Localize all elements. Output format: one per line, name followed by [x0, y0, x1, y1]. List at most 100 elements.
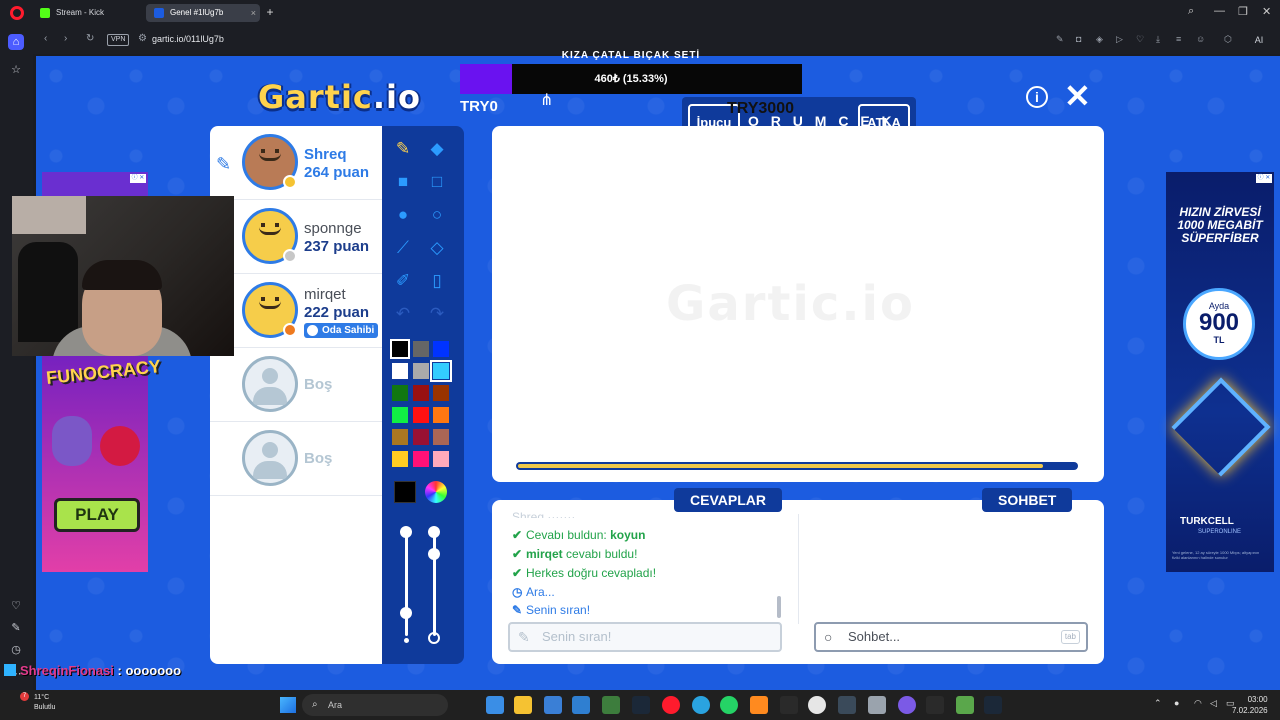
volume-icon[interactable]: ◁ — [1210, 698, 1217, 709]
color-swatch[interactable] — [392, 407, 408, 423]
color-swatch[interactable] — [392, 363, 408, 379]
steam-icon[interactable] — [984, 696, 1002, 714]
filled-circle-tool-icon[interactable]: ● — [392, 204, 414, 226]
color-swatch[interactable] — [392, 429, 408, 445]
circle-tool-icon[interactable]: ○ — [426, 204, 448, 226]
color-swatch[interactable] — [412, 385, 429, 401]
ad-close-icon[interactable]: ⓘ ✕ — [1256, 174, 1272, 183]
discord-icon[interactable] — [898, 696, 916, 714]
edit-icon[interactable]: ✎ — [8, 620, 24, 636]
start-button-icon[interactable] — [280, 697, 296, 713]
redo-tool-icon[interactable]: ↷ — [426, 303, 448, 325]
minimize-icon[interactable]: — — [1214, 5, 1225, 17]
outlook-icon[interactable] — [572, 696, 590, 714]
opacity-knob-lower[interactable] — [428, 548, 440, 560]
brush-size-knob[interactable] — [400, 526, 412, 538]
shield-icon[interactable]: ◈ — [1096, 34, 1106, 44]
profile-icon[interactable]: ☺ — [1196, 34, 1206, 44]
color-swatch[interactable] — [433, 429, 449, 445]
site-info-icon[interactable]: ⚙ — [138, 33, 147, 44]
store-icon[interactable] — [544, 696, 562, 714]
telegram-icon[interactable] — [692, 696, 710, 714]
recorder-icon[interactable] — [926, 696, 944, 714]
color-swatch[interactable] — [412, 341, 429, 357]
capcut-icon[interactable] — [838, 696, 856, 714]
wifi-icon[interactable]: ◠ — [1194, 698, 1202, 709]
reload-icon[interactable]: ↻ — [86, 33, 94, 44]
heart-icon[interactable]: ♡ — [8, 598, 24, 614]
play-icon[interactable]: ▷ — [1116, 34, 1126, 44]
color-swatch[interactable] — [412, 451, 429, 467]
fill-tool-icon[interactable]: ◇ — [426, 237, 448, 259]
whatsapp-icon[interactable] — [720, 696, 738, 714]
steam-icon[interactable] — [632, 696, 650, 714]
tab-gartic[interactable]: Genel #1lUg7b (Türkçe) · × — [146, 4, 260, 35]
file-explorer-icon[interactable] — [514, 696, 532, 714]
epic-games-icon[interactable] — [780, 696, 798, 714]
weather-widget[interactable]: 11°C Bulutlu — [34, 693, 55, 713]
mic-icon[interactable]: ● — [1174, 698, 1179, 708]
color-swatch[interactable] — [412, 429, 429, 445]
new-tab-button[interactable]: + — [263, 5, 277, 19]
share-icon[interactable]: ⋔ — [540, 90, 553, 110]
color-swatch[interactable] — [433, 385, 449, 401]
tab-kick-dashboard[interactable]: Stream - Kick Dashboard — [32, 4, 144, 35]
color-swatch[interactable] — [390, 339, 410, 359]
color-swatch[interactable] — [392, 385, 408, 401]
player-row[interactable]: mirqet 222 puan Oda Sahibi — [210, 274, 382, 348]
copilot-icon[interactable] — [486, 696, 504, 714]
home-icon[interactable]: ⌂ — [8, 34, 24, 50]
tab-answers[interactable]: CEVAPLAR — [674, 488, 782, 512]
taskbar-search[interactable]: ⌕ Ara — [302, 694, 448, 716]
vpn-badge[interactable]: VPN — [107, 34, 130, 46]
menu-icon[interactable]: ≡ — [1176, 34, 1186, 44]
taskbar-clock[interactable]: 03:00 7.02.2026 — [1232, 694, 1268, 716]
tray-expand-icon[interactable]: ⌃ — [1154, 698, 1162, 709]
color-swatch[interactable] — [430, 360, 452, 382]
color-swatch[interactable] — [392, 451, 408, 467]
eyedropper-tool-icon[interactable]: ✐ — [392, 270, 414, 292]
player-row[interactable]: sponnge 237 puan — [210, 200, 382, 274]
ai-button[interactable]: AI — [1244, 32, 1274, 48]
color-picker-icon[interactable] — [425, 481, 447, 503]
maximize-icon[interactable]: ❐ — [1238, 5, 1248, 18]
brush-size-knob-lower[interactable] — [400, 607, 412, 619]
forward-icon[interactable]: › — [64, 33, 67, 44]
heart-icon[interactable]: ♡ — [1136, 34, 1146, 44]
rect-tool-icon[interactable]: □ — [426, 171, 448, 193]
terminal-icon[interactable] — [956, 696, 974, 714]
ad-play-button[interactable]: PLAY — [54, 498, 140, 532]
filled-rect-tool-icon[interactable]: ■ — [392, 171, 414, 193]
line-tool-icon[interactable]: ⟋ — [392, 237, 414, 259]
headset-app-icon[interactable] — [750, 696, 768, 714]
opacity-slider[interactable] — [433, 528, 436, 636]
extensions-icon[interactable]: ⬡ — [1224, 34, 1234, 44]
color-swatch[interactable] — [412, 363, 429, 379]
search-tabs-icon[interactable]: ⌕ — [1188, 5, 1194, 18]
color-swatch[interactable] — [412, 407, 429, 423]
pencil-tool-icon[interactable]: ✎ — [392, 138, 414, 160]
new-page-tool-icon[interactable]: ▯ — [426, 270, 448, 292]
player-row[interactable]: ✎ Shreq 264 puan — [210, 126, 382, 200]
opera-logo-icon[interactable] — [10, 6, 24, 20]
info-icon[interactable]: i — [1026, 86, 1048, 108]
close-icon[interactable]: ✕ — [1064, 80, 1091, 112]
star-icon[interactable]: ☆ — [8, 62, 24, 78]
answer-input[interactable]: ✎ Senin sıran! — [508, 622, 782, 652]
history-icon[interactable]: ◷ — [8, 642, 24, 658]
undo-tool-icon[interactable]: ↶ — [392, 303, 414, 325]
xbox-icon[interactable] — [602, 696, 620, 714]
camera-icon[interactable]: ◘ — [1076, 34, 1086, 44]
close-window-icon[interactable]: ✕ — [1262, 5, 1271, 18]
brush-size-slider[interactable] — [405, 528, 408, 636]
url-field[interactable]: gartic.io/011lUg7b — [152, 34, 224, 44]
back-icon[interactable]: ‹ — [44, 33, 47, 44]
current-color-swatch[interactable] — [394, 481, 416, 503]
tab-close-icon[interactable]: × — [251, 4, 256, 22]
color-swatch[interactable] — [433, 451, 449, 467]
download-icon[interactable]: ⤓ — [1156, 34, 1166, 44]
answers-scrollbar[interactable] — [777, 596, 781, 618]
ad-close-icon[interactable]: ⓘ ✕ — [130, 174, 146, 183]
opacity-knob[interactable] — [428, 526, 440, 538]
right-advertisement[interactable]: ⓘ ✕ HIZIN ZİRVESİ 1000 MEGABİT SÜPERFİBE… — [1166, 172, 1274, 572]
